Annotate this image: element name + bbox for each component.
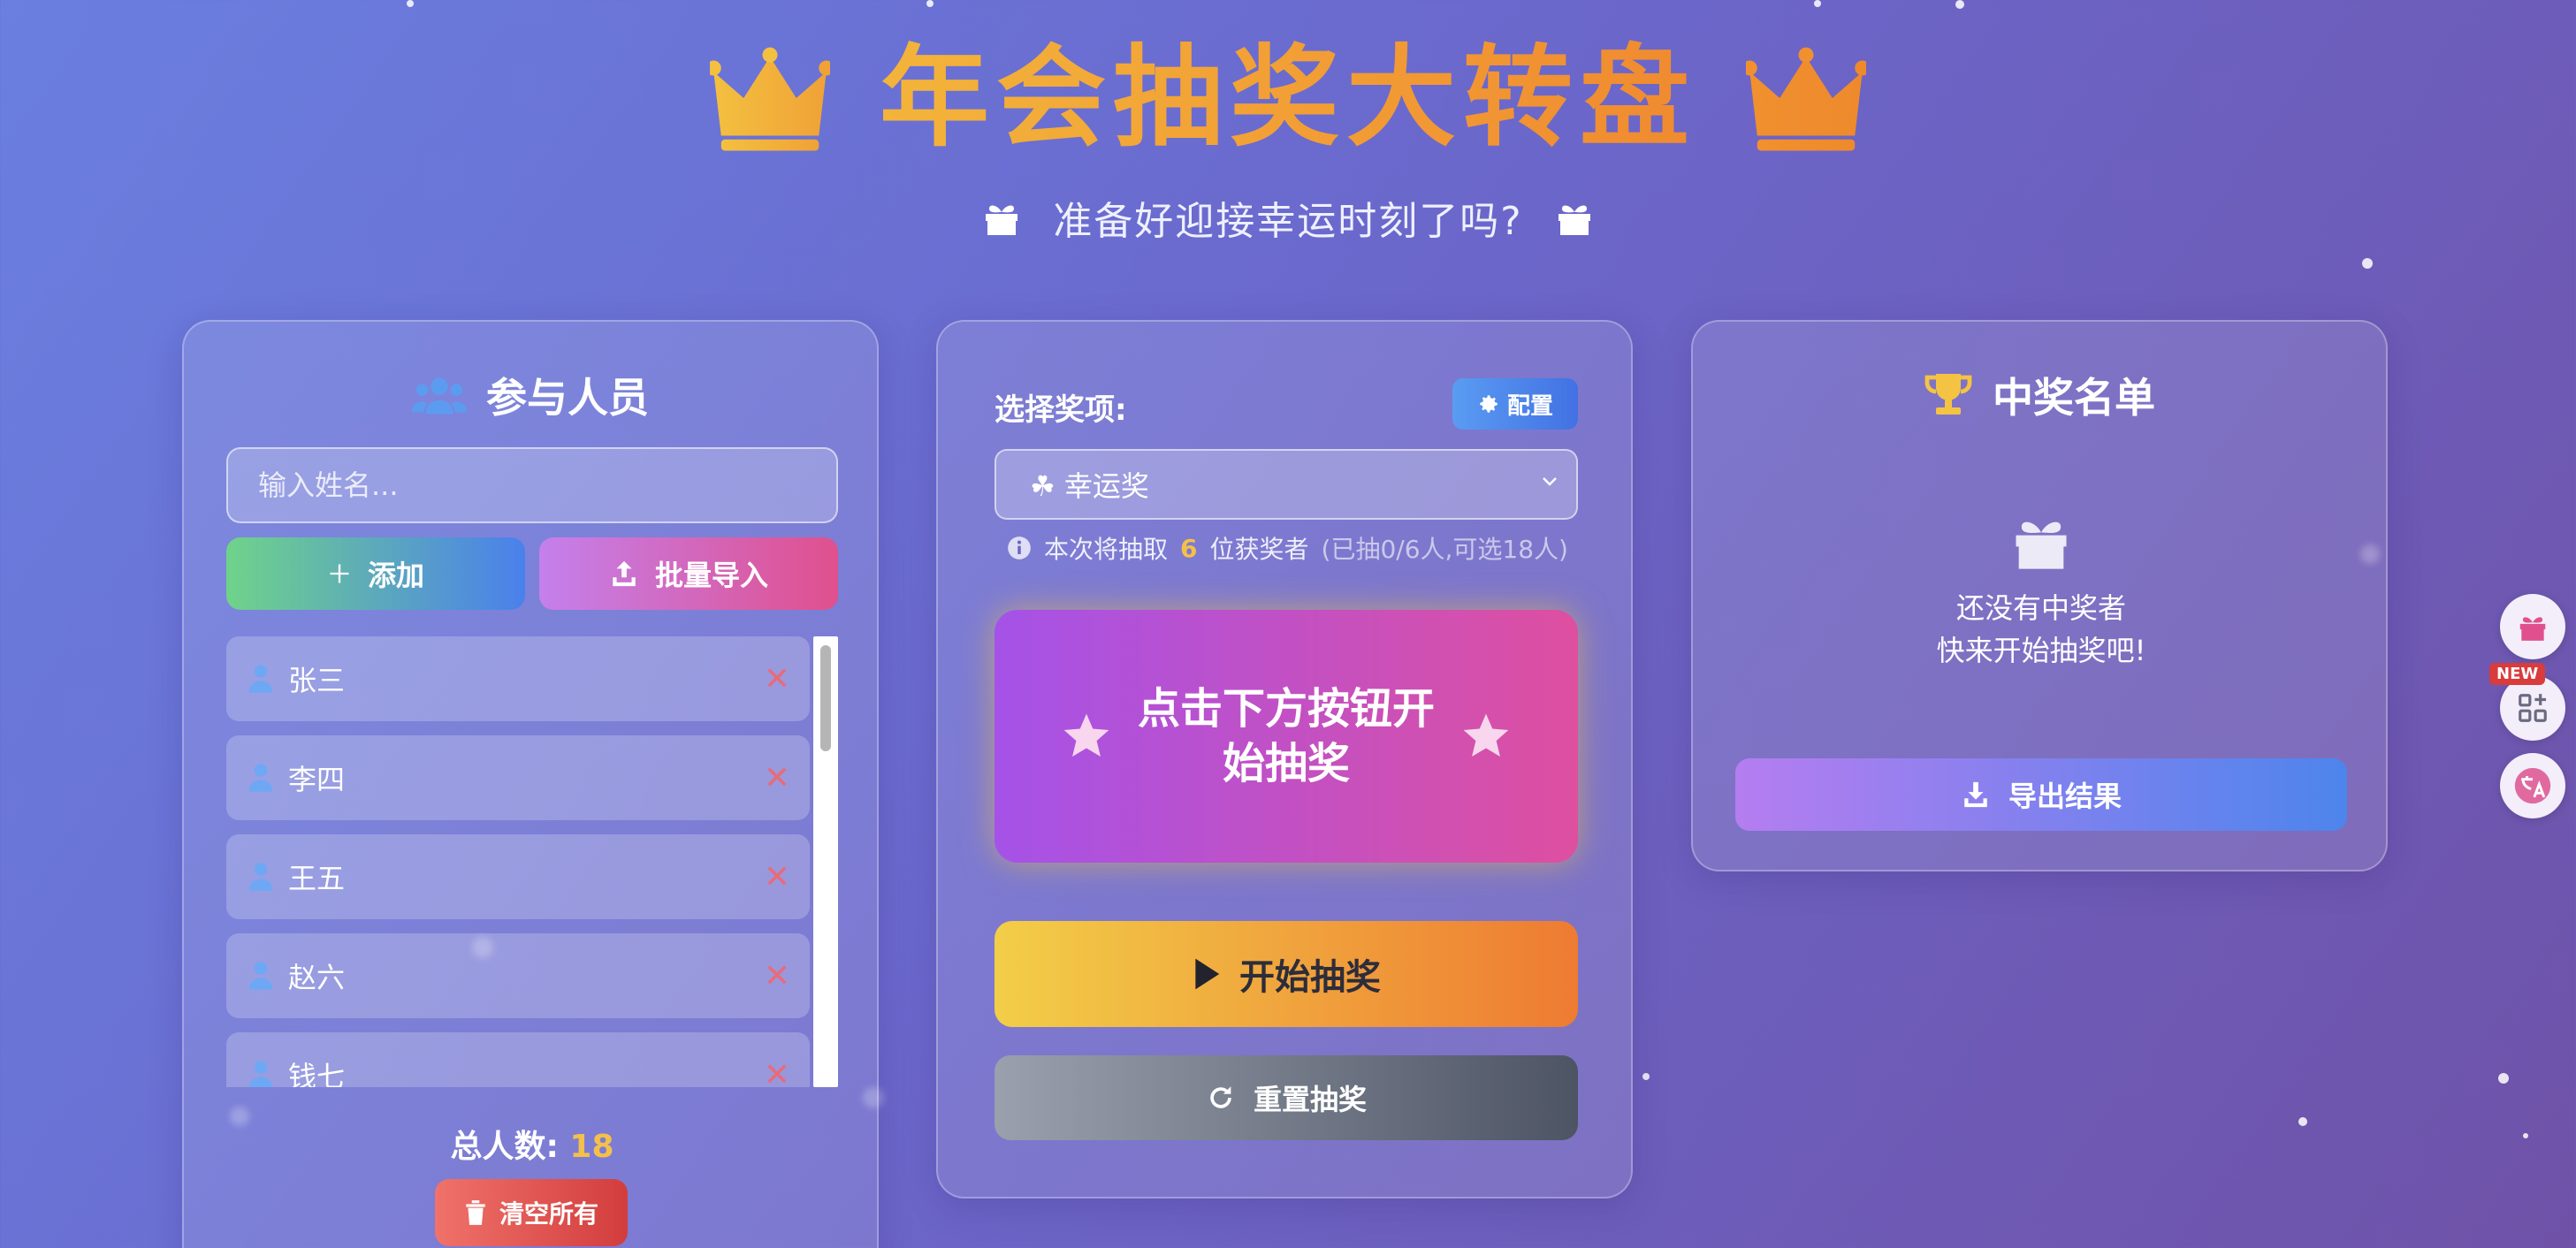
batch-import-label: 批量导入 [654,559,768,592]
download-icon [1964,781,1987,808]
page-header: 年会抽奖大转盘 准备好迎接幸运时刻了吗? [0,32,2576,246]
info-icon [1008,536,1031,559]
list-item: 王五 ✕ [226,834,810,919]
scrollbar-thumb[interactable] [820,645,831,751]
total-number: 18 [569,1129,614,1165]
plus-icon [330,564,349,583]
export-results-button[interactable]: 导出结果 [1735,758,2347,831]
empty-message-line1: 还没有中奖者 [1955,591,2126,625]
translate-icon [2514,767,2551,804]
redo-icon [1210,1086,1231,1108]
gift-icon [986,205,1018,235]
user-icon [248,764,273,792]
total-count: 总人数: 18 [184,1121,880,1167]
gift-icon [2519,617,2546,641]
winners-title: 中奖名单 [1993,374,2155,422]
config-label: 配置 [1506,392,1553,420]
user-icon [248,1061,273,1087]
draw-info-status: (已抽0/6人,可选18人) [1321,535,1568,564]
user-icon [248,863,273,891]
total-label: 总人数: [450,1129,559,1165]
side-translate-button[interactable] [2500,753,2565,818]
page-subtitle: 准备好迎接幸运时刻了吗? [1053,199,1523,244]
list-item: 李四 ✕ [226,735,810,820]
participants-title: 参与人员 [486,374,649,422]
delete-icon[interactable]: ✕ [764,661,790,697]
gift-icon [1558,205,1590,235]
prize-select[interactable]: ☘ 幸运奖 [995,449,1578,520]
winners-header: 中奖名单 [1693,366,2386,424]
draw-result-text: 点击下方按钮开始抽奖 [1137,684,1435,788]
selected-prize: ☘ 幸运奖 [1030,469,1149,503]
prize-select-label: 选择奖项: [995,392,1127,428]
star-icon [1063,713,1109,757]
gift-icon [2016,521,2067,569]
gear-icon [1480,395,1498,413]
participant-name: 钱七 [288,1060,346,1087]
apps-icon [2519,694,2547,722]
users-icon [412,377,467,415]
crown-icon [709,47,830,151]
crown-icon [1746,47,1866,151]
list-item: 赵六 ✕ [226,933,810,1018]
participant-name: 王五 [288,862,346,895]
user-icon [248,665,273,693]
empty-message-line2: 快来开始抽奖吧! [1936,634,2146,667]
list-item: 钱七 ✕ [226,1032,810,1087]
config-button[interactable]: 配置 [1452,378,1578,430]
participants-panel: 参与人员 添加 批量导入 张三 ✕ 李四 ✕ 王五 ✕ 赵六 ✕ [182,320,879,1248]
delete-icon[interactable]: ✕ [764,1057,790,1087]
trash-icon [466,1200,485,1225]
winners-panel: 中奖名单 还没有中奖者 快来开始抽奖吧! 导出结果 [1691,320,2388,871]
add-button[interactable]: 添加 [226,537,525,610]
draw-result-display: 点击下方按钮开始抽奖 [995,610,1578,863]
start-draw-label: 开始抽奖 [1239,957,1381,998]
delete-icon[interactable]: ✕ [764,859,790,895]
batch-import-button[interactable]: 批量导入 [539,537,838,610]
user-icon [248,962,273,990]
export-results-label: 导出结果 [2008,780,2122,813]
upload-icon [613,560,636,587]
clear-all-label: 清空所有 [499,1199,598,1229]
draw-info-count: 6 [1180,533,1198,563]
trophy-icon [1924,374,1972,415]
participant-list[interactable]: 张三 ✕ 李四 ✕ 王五 ✕ 赵六 ✕ 钱七 ✕ [226,636,838,1087]
draw-panel: 选择奖项: 配置 ☘ 幸运奖 本次将抽取 6 位获奖者 (已抽0/6人,可选18… [936,320,1633,1199]
reset-draw-label: 重置抽奖 [1253,1083,1367,1116]
star-icon [1463,713,1509,757]
participants-header: 参与人员 [184,366,877,424]
participant-name: 赵六 [288,961,346,994]
start-draw-button[interactable]: 开始抽奖 [995,921,1578,1027]
list-item: 张三 ✕ [226,636,810,721]
draw-info: 本次将抽取 6 位获奖者 (已抽0/6人,可选18人) [1007,530,1568,566]
delete-icon[interactable]: ✕ [764,760,790,796]
add-button-label: 添加 [367,559,424,592]
winners-empty-state: 还没有中奖者 快来开始抽奖吧! [1693,507,2389,672]
chevron-down-icon [1543,477,1557,486]
list-scrollbar[interactable] [813,636,838,1087]
play-icon [1195,958,1220,990]
participant-name: 张三 [288,664,346,697]
page-title: 年会抽奖大转盘 [880,32,1696,164]
side-gift-button[interactable] [2500,594,2565,659]
delete-icon[interactable]: ✕ [764,958,790,994]
clear-all-button[interactable]: 清空所有 [435,1179,628,1246]
new-badge: NEW [2489,663,2546,685]
draw-info-suffix: 位获奖者 [1209,535,1309,564]
participant-name: 李四 [288,763,346,796]
name-input[interactable] [226,447,838,523]
side-apps-button[interactable] [2500,675,2565,741]
reset-draw-button[interactable]: 重置抽奖 [995,1055,1578,1140]
draw-info-prefix: 本次将抽取 [1044,535,1169,564]
